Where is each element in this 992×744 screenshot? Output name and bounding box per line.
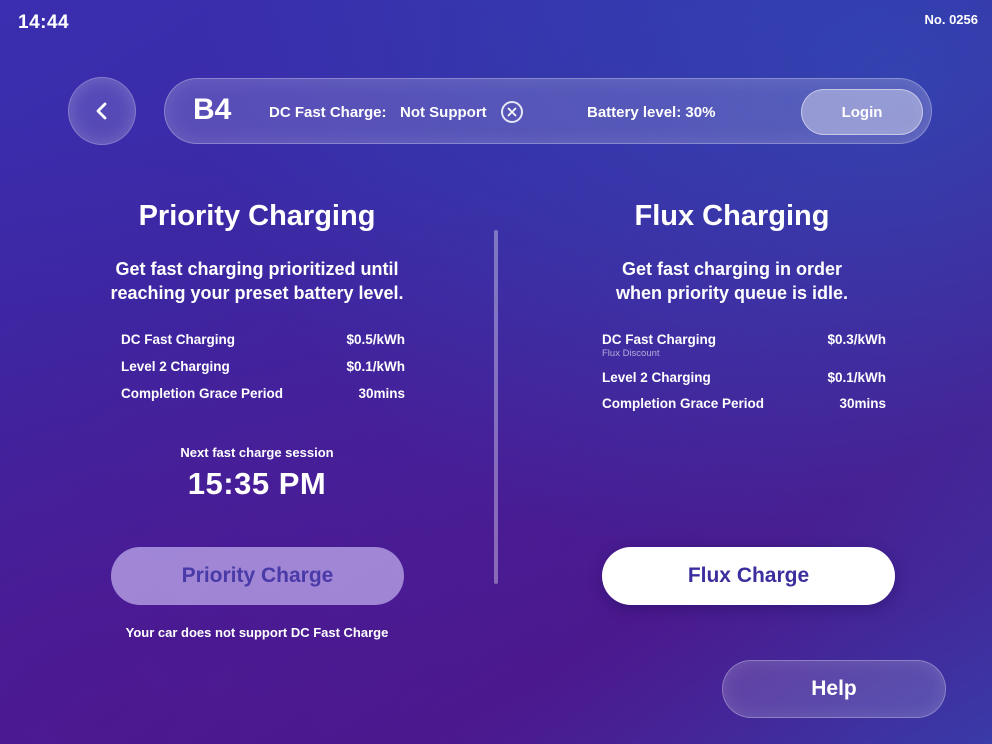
- login-button[interactable]: Login: [801, 89, 923, 135]
- dc-fast-charge-status: Not Support: [400, 104, 487, 121]
- unsupported-note: Your car does not support DC Fast Charge: [125, 625, 389, 640]
- rate-name: Completion Grace Period: [602, 396, 765, 411]
- rate-name: Level 2 Charging: [121, 359, 230, 374]
- rate-price: $0.1/kWh: [346, 359, 405, 374]
- priority-description-line2: reaching your preset battery level.: [110, 283, 404, 303]
- rate-row: Completion Grace Period 30mins: [121, 386, 405, 413]
- bay-id: B4: [193, 93, 232, 126]
- next-session-time: 15:35 PM: [187, 466, 327, 501]
- rate-name: DC Fast Charging: [602, 332, 717, 347]
- flux-charge-button[interactable]: Flux Charge: [602, 547, 895, 605]
- status-time: 14:44: [18, 12, 70, 33]
- rate-row: DC Fast Charging Flux Discount $0.3/kWh: [602, 332, 886, 370]
- rate-name: Level 2 Charging: [602, 370, 711, 385]
- rate-price: $0.1/kWh: [827, 370, 886, 385]
- rate-row: Level 2 Charging $0.1/kWh: [602, 370, 886, 396]
- flux-charging-panel: Flux Charging Get fast charging in order…: [552, 200, 912, 305]
- rate-price: $0.3/kWh: [827, 332, 886, 347]
- priority-charge-button[interactable]: Priority Charge: [111, 547, 404, 605]
- rate-row: Completion Grace Period 30mins: [602, 396, 886, 422]
- priority-rate-list: DC Fast Charging $0.5/kWh Level 2 Chargi…: [121, 332, 405, 413]
- dc-fast-charge-label: DC Fast Charge:: [269, 104, 387, 121]
- flux-rate-list: DC Fast Charging Flux Discount $0.3/kWh …: [602, 332, 886, 422]
- rate-name-group: DC Fast Charging Flux Discount: [602, 332, 716, 370]
- rate-note: Flux Discount: [602, 348, 660, 359]
- station-number: No. 0256: [924, 12, 978, 27]
- flux-description-line1: Get fast charging in order: [621, 259, 843, 279]
- rate-row: Level 2 Charging $0.1/kWh: [121, 359, 405, 386]
- flux-description-line2: when priority queue is idle.: [615, 283, 849, 303]
- priority-description-line1: Get fast charging prioritized until: [115, 259, 399, 279]
- x-circle-icon: [501, 101, 523, 123]
- chevron-left-icon: [96, 102, 107, 120]
- rate-name: DC Fast Charging: [121, 332, 236, 347]
- priority-charging-panel: Priority Charging Get fast charging prio…: [77, 200, 437, 305]
- back-button[interactable]: [68, 77, 136, 145]
- charger-info-bar: B4 DC Fast Charge: Not Support Battery l…: [164, 78, 932, 144]
- rate-price: 30mins: [839, 396, 886, 411]
- panel-divider: [494, 230, 498, 584]
- flux-title: Flux Charging: [634, 200, 830, 232]
- battery-level: Battery level: 30%: [587, 104, 716, 121]
- next-session-label: Next fast charge session: [180, 445, 334, 460]
- rate-row: DC Fast Charging $0.5/kWh: [121, 332, 405, 359]
- help-button[interactable]: Help: [722, 660, 946, 718]
- priority-title: Priority Charging: [138, 200, 376, 232]
- rate-price: $0.5/kWh: [346, 332, 405, 347]
- rate-price: 30mins: [358, 386, 405, 401]
- rate-name: Completion Grace Period: [121, 386, 284, 401]
